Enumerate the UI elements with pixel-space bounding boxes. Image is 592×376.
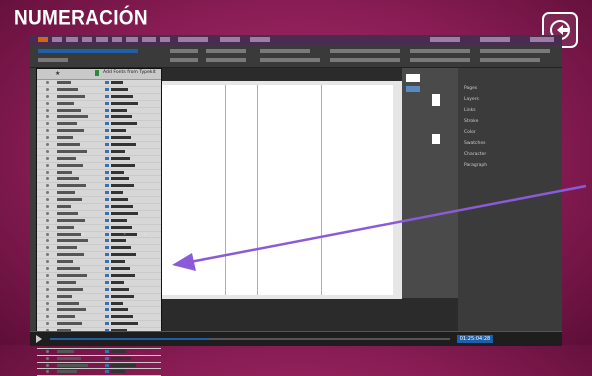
font-list-item[interactable] <box>37 363 161 370</box>
pointer-arrow <box>172 184 587 271</box>
font-list-item[interactable] <box>37 356 161 363</box>
font-list-item[interactable] <box>37 369 161 376</box>
font-list-item[interactable] <box>37 349 161 356</box>
